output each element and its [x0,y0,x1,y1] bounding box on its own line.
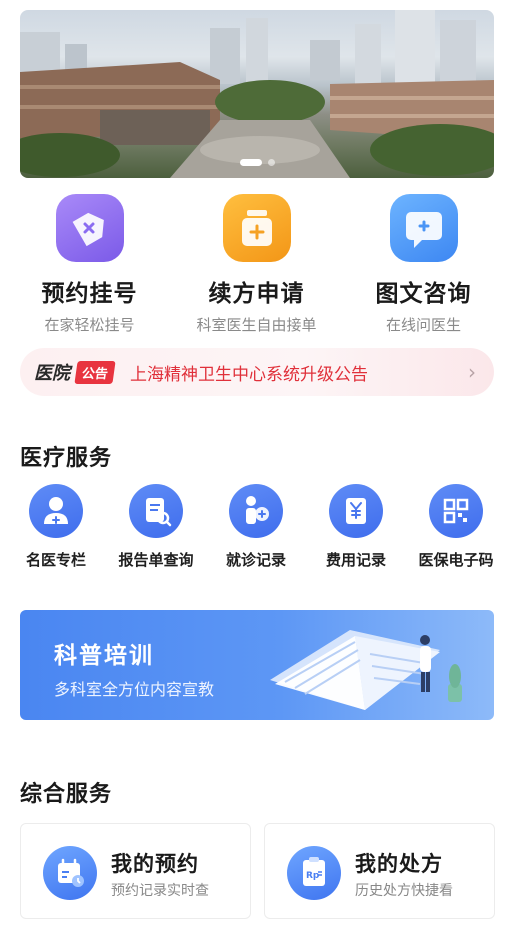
hospital-banner[interactable] [20,10,494,178]
main-features: 预约挂号 在家轻松挂号 续方申请 科室医生自由接单 图文咨询 在线问医生 [0,190,513,340]
card-my-appointment[interactable]: 我的预约 预约记录实时查 [20,823,251,919]
service-label: 名医专栏 [25,551,86,569]
feature-appointment[interactable]: 预约挂号 在家轻松挂号 [4,190,175,335]
notice-text[interactable]: 上海精神卫生中心系统升级公告 [130,360,468,385]
chevron-right-icon[interactable]: › [468,360,476,384]
card-title: 我的处方 [355,852,443,876]
service-visit-record[interactable]: 就诊记录 [206,484,306,570]
service-famous-doctor[interactable]: 名医专栏 [6,484,106,570]
qr-code-icon [429,484,483,538]
notice-badge: 公告 [74,360,116,384]
svg-text:Rp: Rp [306,871,320,881]
doctor-icon [29,484,83,538]
card-subtitle: 历史处方快捷看 [355,883,453,899]
feature-subtitle: 在家轻松挂号 [44,316,135,334]
service-medical-insurance-code[interactable]: 医保电子码 [406,484,506,570]
science-training-banner[interactable]: 科普培训 多科室全方位内容宣教 [20,610,494,720]
feature-subtitle: 科室医生自由接单 [196,316,317,334]
medical-services: 名医专栏 报告单查询 就诊记录 费用记录 医保电子码 [0,484,513,574]
report-search-icon [129,484,183,538]
card-title: 我的预约 [111,852,199,876]
yuan-receipt-icon [329,484,383,538]
section-title-general: 综合服务 [20,782,113,807]
carousel-dot[interactable] [267,159,275,166]
notice-hospital-label: 医院 [34,363,70,384]
service-label: 费用记录 [325,551,386,569]
hospital-campus-photo [20,10,494,178]
science-subtitle: 多科室全方位内容宣教 [54,680,215,699]
feature-title: 续方申请 [208,281,305,307]
notice-bar[interactable]: 医院 公告 上海精神卫生中心系统升级公告 › [20,348,494,396]
section-title-medical: 医疗服务 [20,446,113,471]
service-expense-record[interactable]: 费用记录 [306,484,406,570]
service-label: 就诊记录 [225,551,286,569]
feature-consultation[interactable]: 图文咨询 在线问医生 [338,190,509,335]
science-title: 科普培训 [54,643,154,669]
feature-title: 预约挂号 [41,281,138,307]
feature-subtitle: 在线问医生 [385,316,461,334]
service-report-query[interactable]: 报告单查询 [106,484,206,570]
card-my-prescription[interactable]: Rp 我的处方 历史处方快捷看 [264,823,495,919]
card-subtitle: 预约记录实时查 [111,883,209,899]
medicine-bottle-icon [222,194,291,262]
chat-bubble-icon [389,194,458,262]
service-label: 报告单查询 [118,551,194,569]
calendar-icon [43,846,97,900]
feature-renewal[interactable]: 续方申请 科室医生自由接单 [171,190,342,335]
service-label: 医保电子码 [418,551,494,569]
tag-icon [55,194,124,262]
feature-title: 图文咨询 [375,281,472,307]
carousel-dots [20,159,494,166]
visit-record-icon [229,484,283,538]
prescription-icon: Rp [287,846,341,900]
carousel-dot-active[interactable] [239,159,262,166]
